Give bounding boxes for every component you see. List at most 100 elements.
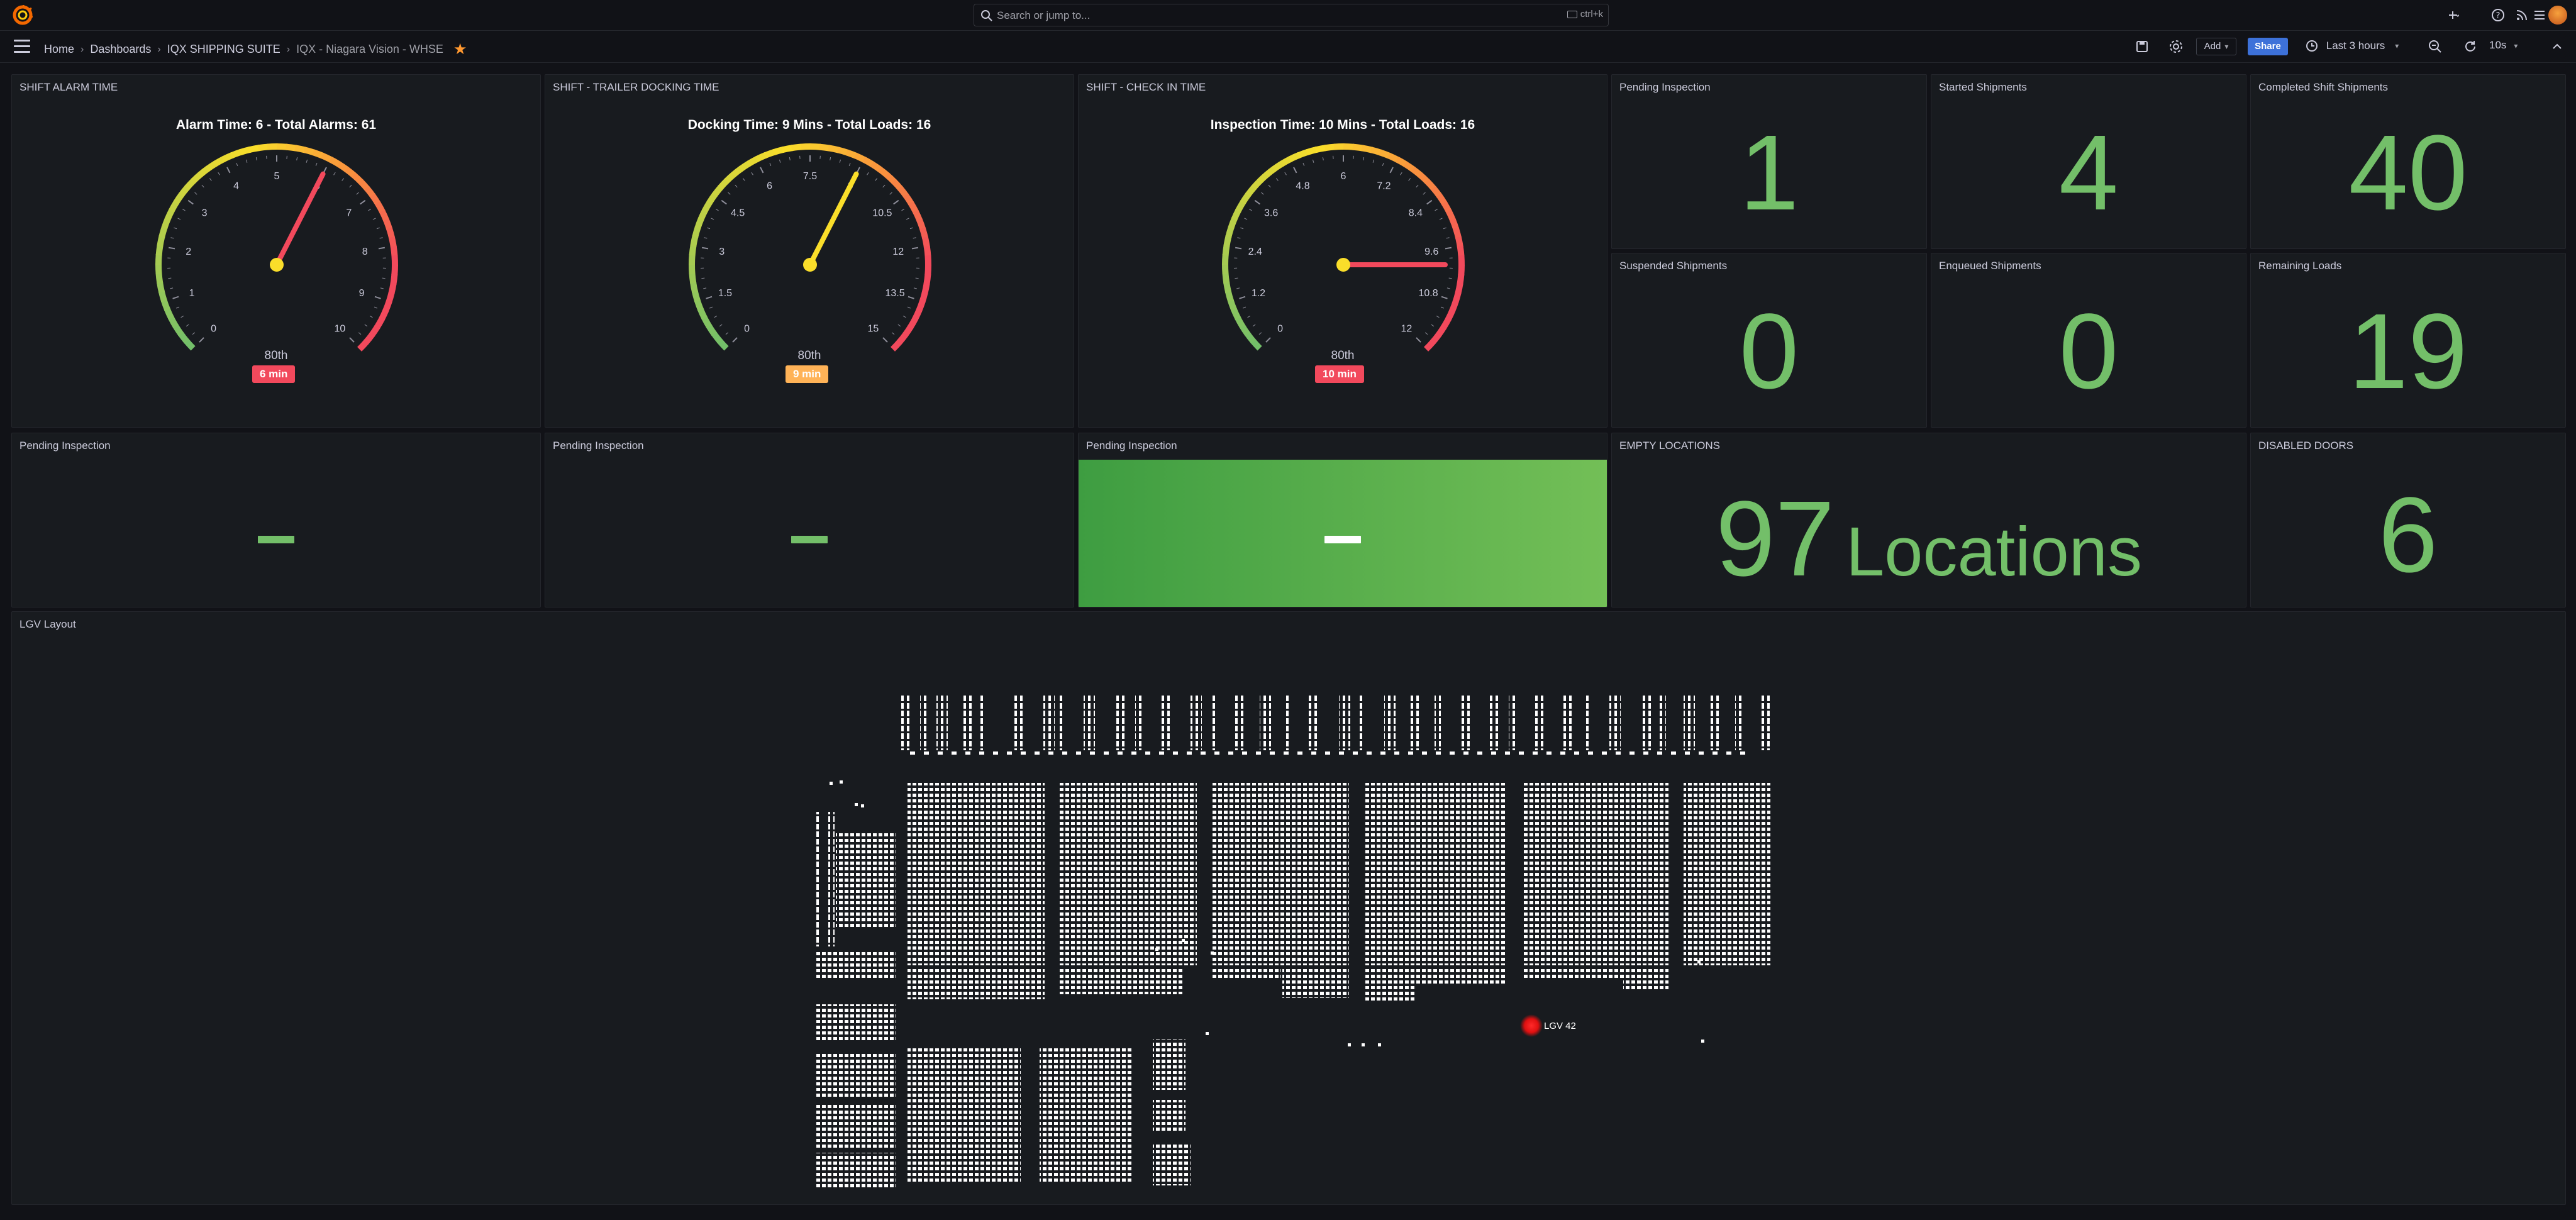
- grafana-logo-icon[interactable]: [13, 5, 33, 25]
- shortcut-label: ctrl+k: [1580, 9, 1603, 19]
- gauge-band-segment: [155, 244, 164, 256]
- gauge-tick: [177, 218, 181, 220]
- dock-lane: [1509, 695, 1515, 750]
- stat-pending-inspection-4[interactable]: Pending Inspection: [1078, 433, 1607, 607]
- stat-pending-inspection-2[interactable]: Pending Inspection: [11, 433, 541, 607]
- gauge-tick: [906, 218, 909, 220]
- gauge-tick: [897, 324, 901, 327]
- add-label: Add: [2204, 41, 2221, 52]
- zoom-out-icon[interactable]: [2428, 39, 2443, 54]
- storage-rack: [816, 1102, 896, 1148]
- lgv-vehicle-marker[interactable]: [1520, 1014, 1543, 1037]
- stat-remaining-loads[interactable]: Remaining Loads 19: [2250, 253, 2566, 428]
- stat-value: 97: [1716, 479, 1835, 599]
- gauge-tick: [1302, 163, 1305, 167]
- map-layer: [814, 695, 1770, 1188]
- refresh-icon[interactable]: [2463, 39, 2478, 54]
- stat-completed-shift-shipments[interactable]: Completed Shift Shipments 40: [2250, 74, 2566, 249]
- gauge-panel-alarm[interactable]: SHIFT ALARM TIME Alarm Time: 6 - Total A…: [11, 74, 541, 428]
- stat-enqueued-shipments[interactable]: Enqueued Shipments 0: [1931, 253, 2246, 428]
- gauge-value-badge: 9 min: [786, 365, 829, 383]
- gauge-band-segment: [1403, 161, 1416, 173]
- gauge-band-segment: [690, 281, 699, 294]
- background-color-fill: [1079, 460, 1607, 607]
- dock-lane: [900, 695, 911, 750]
- menu-toggle-icon[interactable]: [14, 40, 30, 53]
- gauge-band-segment: [1257, 171, 1270, 184]
- gauge-band-segment: [1235, 316, 1245, 328]
- stat-started-shipments[interactable]: Started Shipments 4: [1931, 74, 2246, 249]
- gauge-tick: [779, 159, 781, 163]
- dock-door: [924, 751, 929, 755]
- gauge-tick: [1372, 159, 1375, 163]
- gauge-needle: [274, 171, 326, 267]
- stat-disabled-doors[interactable]: DISABLED DOORS 6: [2250, 433, 2566, 607]
- gauge-band-segment: [173, 192, 185, 205]
- gauge-tick: [1431, 324, 1435, 327]
- gauge-tick: [194, 192, 197, 195]
- dock-lane: [1116, 695, 1128, 750]
- gauge-band-segment: [1446, 209, 1457, 222]
- dock-lane: [1384, 695, 1396, 750]
- dock-door: [1145, 751, 1150, 755]
- gauge-band-segment: [205, 160, 218, 172]
- collapse-chevron-up-icon[interactable]: [2550, 39, 2565, 54]
- favorite-star-icon[interactable]: ★: [453, 41, 467, 58]
- gauge-band-segment: [697, 208, 708, 221]
- gauge-band-segment: [1222, 263, 1229, 275]
- breadcrumb-home[interactable]: Home: [44, 43, 74, 55]
- dock-door: [1284, 751, 1289, 755]
- gauge-band-segment: [379, 209, 390, 222]
- top-bar: Search or jump to... ctrl+k ?: [0, 0, 2576, 31]
- panel-title: Completed Shift Shipments: [2258, 81, 2388, 93]
- gauge-band-segment: [884, 172, 897, 184]
- dock-door: [1671, 751, 1676, 755]
- settings-gear-icon[interactable]: [2168, 39, 2184, 54]
- dock-lane: [1534, 695, 1545, 750]
- gauge-tick: [1445, 247, 1452, 250]
- dock-door: [1131, 751, 1136, 755]
- share-button[interactable]: Share: [2248, 38, 2288, 55]
- search-input[interactable]: Search or jump to... ctrl+k: [974, 4, 1609, 26]
- gauge-tick: [1439, 218, 1443, 220]
- dock-door: [1048, 751, 1053, 755]
- gauge-tick-label: 0: [744, 323, 750, 334]
- gauge-band-segment: [375, 201, 386, 214]
- gauge-band-segment: [1239, 323, 1250, 336]
- add-button[interactable]: Add ▾: [2196, 38, 2236, 55]
- breadcrumb-dashboards[interactable]: Dashboards: [90, 43, 151, 55]
- gauge-tick: [358, 332, 362, 335]
- stat-pending-inspection[interactable]: Pending Inspection 1: [1611, 74, 1927, 249]
- gauge-band-segment: [379, 308, 389, 321]
- stat-pending-inspection-3[interactable]: Pending Inspection: [545, 433, 1074, 607]
- gauge-band-segment: [158, 226, 168, 238]
- gauge-tick: [1235, 247, 1242, 250]
- news-rss-icon[interactable]: [2514, 8, 2529, 23]
- gauge-tick: [236, 163, 238, 167]
- gauge-band-segment: [1225, 226, 1235, 238]
- gauge-band-segment: [303, 147, 316, 156]
- location-marker: [1362, 1043, 1365, 1046]
- stat-empty-locations[interactable]: EMPTY LOCATIONS 97 Locations: [1611, 433, 2246, 607]
- lgv-layout-panel[interactable]: LGV Layout LGV 42: [11, 611, 2566, 1205]
- save-dashboard-icon[interactable]: [2135, 39, 2150, 54]
- gauge-tick: [1261, 192, 1264, 195]
- gauge-tick: [172, 296, 179, 299]
- refresh-interval-picker[interactable]: 10s ▾: [2489, 39, 2518, 52]
- gauge-band-segment: [921, 236, 930, 248]
- storage-rack: [908, 783, 1045, 965]
- time-range-picker[interactable]: Last 3 hours ▾: [2306, 39, 2399, 52]
- percentile-label: 80th: [1331, 349, 1355, 362]
- help-icon[interactable]: ?: [2490, 8, 2506, 23]
- new-plus-icon[interactable]: [2444, 8, 2459, 23]
- breadcrumb-current: IQX - Niagara Vision - WHSE: [296, 43, 443, 55]
- stat-suspended-shipments[interactable]: Suspended Shipments 0: [1611, 253, 1927, 428]
- profile-menu-icon[interactable]: [2532, 8, 2547, 23]
- dock-door: [938, 751, 943, 755]
- dock-door: [1685, 751, 1690, 755]
- gauge-panel-checkin[interactable]: SHIFT - CHECK IN TIME Inspection Time: 1…: [1078, 74, 1607, 428]
- gauge-band-segment: [286, 143, 297, 152]
- breadcrumb-folder[interactable]: IQX SHIPPING SUITE: [167, 43, 280, 55]
- gauge-panel-docking[interactable]: SHIFT - TRAILER DOCKING TIME Docking Tim…: [545, 74, 1074, 428]
- user-avatar[interactable]: [2548, 6, 2567, 25]
